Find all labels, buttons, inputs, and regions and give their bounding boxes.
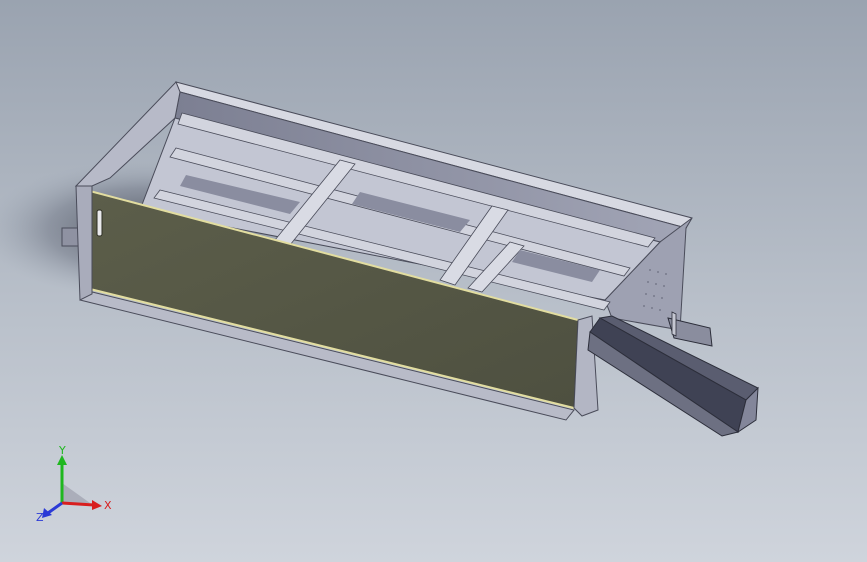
triad-plane — [62, 483, 90, 503]
x-axis-line — [61, 501, 95, 507]
y-axis-label: Y — [58, 445, 66, 457]
vibrating-screen-model[interactable] — [0, 0, 867, 562]
x-axis-arrow — [92, 500, 102, 510]
side-tray-lip — [671, 311, 677, 337]
z-axis-label: Z — [36, 511, 44, 524]
coordinate-triad: Y X Z — [36, 445, 112, 524]
z-axis-line — [47, 501, 63, 515]
inspection-slot — [96, 209, 103, 237]
x-axis-label: X — [104, 499, 112, 512]
graphics-viewport[interactable]: Y X Z — [0, 0, 867, 562]
